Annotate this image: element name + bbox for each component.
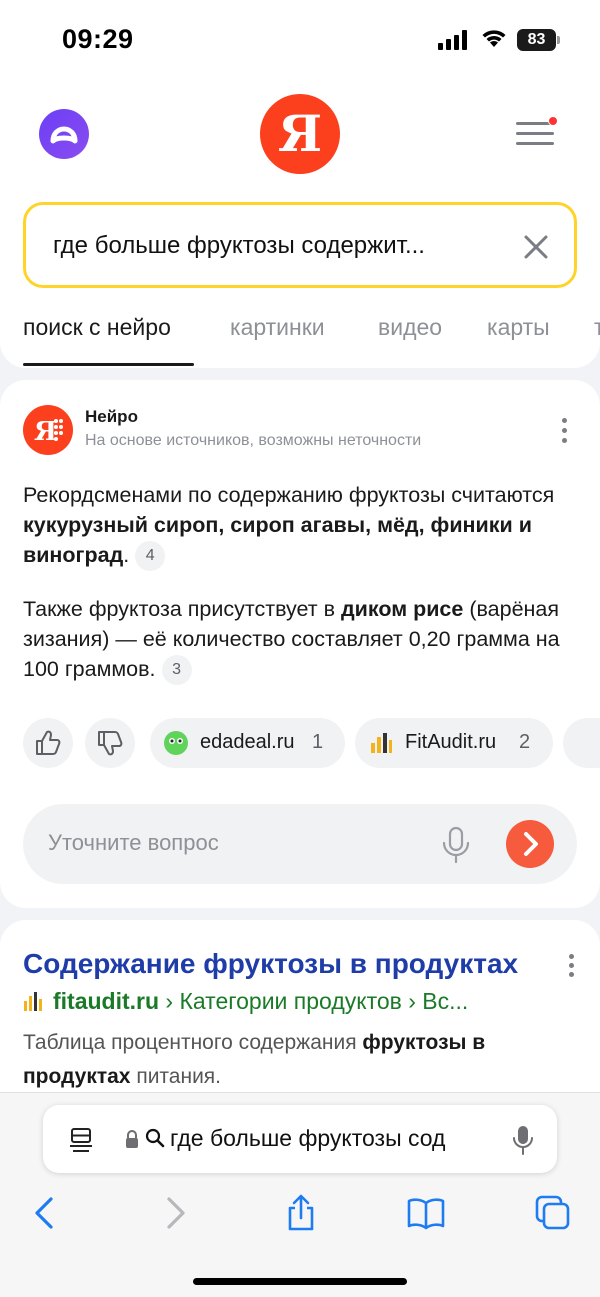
result-more-options-icon[interactable] xyxy=(569,954,575,980)
close-icon[interactable] xyxy=(523,234,549,260)
answer-text: Рекордсменами по содержанию фруктозы счи… xyxy=(23,483,555,507)
answer-paragraph-1: Рекордсменами по содержанию фруктозы счи… xyxy=(23,480,583,572)
source-chip-edadeal[interactable]: edadeal.ru 1 xyxy=(150,718,345,768)
more-options-icon[interactable] xyxy=(562,418,568,444)
cellular-signal-icon xyxy=(438,30,467,50)
search-query: где больше фруктозы содержит... xyxy=(53,232,425,259)
snippet-text: Таблица процентного содержания xyxy=(23,1031,363,1054)
fitaudit-favicon-icon xyxy=(24,992,42,1011)
source-number: 2 xyxy=(519,731,531,753)
search-icon xyxy=(145,1128,165,1148)
thumbs-up-icon xyxy=(36,730,61,755)
answer-text: Также фруктоза присутствует в xyxy=(23,597,341,621)
source-chip-more[interactable] xyxy=(563,718,600,768)
search-input[interactable]: где больше фруктозы содержит... xyxy=(23,202,577,288)
answer-paragraph-2: Также фруктоза присутствует в диком рисе… xyxy=(23,594,583,686)
edadeal-icon xyxy=(164,731,188,755)
status-bar: 09:29 83 xyxy=(0,0,600,80)
result-breadcrumb: › Категории продуктов › Вс... xyxy=(159,988,469,1014)
page-menu-icon[interactable] xyxy=(69,1127,93,1153)
result-title-link[interactable]: Содержание фруктозы в продуктах xyxy=(23,948,518,980)
answer-text: . xyxy=(123,543,130,567)
active-tab-underline xyxy=(23,363,194,366)
search-header: Я где больше фруктозы содержит... поиск … xyxy=(0,80,600,368)
reference-badge[interactable]: 3 xyxy=(161,655,192,686)
snippet-text: питания. xyxy=(130,1065,222,1088)
wifi-icon xyxy=(482,30,506,47)
tab-more[interactable]: т xyxy=(594,314,600,341)
result-snippet: Таблица процентного содержания фруктозы … xyxy=(23,1026,568,1094)
thumbs-down-icon xyxy=(98,731,123,756)
answer-highlight: диком рисе xyxy=(341,597,464,621)
address-text: где больше фруктозы сод xyxy=(170,1125,446,1151)
status-time: 09:29 xyxy=(62,24,134,54)
source-number: 1 xyxy=(312,731,324,753)
send-button[interactable] xyxy=(506,820,554,868)
result-site: fitaudit.ru xyxy=(53,988,160,1014)
svg-text:Я: Я xyxy=(34,417,57,447)
battery-level: 83 xyxy=(527,31,546,48)
home-indicator xyxy=(193,1278,407,1285)
answer-highlight: кукурузный сироп, сироп агавы, мёд, фини… xyxy=(23,513,532,567)
like-button[interactable] xyxy=(23,718,73,768)
chevron-right-icon xyxy=(524,832,538,856)
back-icon[interactable] xyxy=(27,1193,67,1233)
fitaudit-icon xyxy=(371,733,392,753)
source-chips: edadeal.ru 1 FitAudit.ru 2 xyxy=(0,718,600,768)
neuro-title: Нейро xyxy=(85,407,138,426)
microphone-icon[interactable] xyxy=(513,1125,533,1155)
browser-toolbar: где больше фруктозы сод xyxy=(0,1092,600,1297)
tab-maps[interactable]: карты xyxy=(487,314,550,341)
battery-icon: 83 xyxy=(517,29,561,51)
neuro-answer-card: Я Нейро На основе источников, возможны н… xyxy=(0,380,600,908)
neuro-logo-icon: Я xyxy=(23,405,73,455)
source-label: FitAudit.ru xyxy=(405,731,497,753)
result-url[interactable]: fitaudit.ru › Категории продуктов › Вс..… xyxy=(23,988,568,1015)
follow-up-placeholder: Уточните вопрос xyxy=(48,830,219,855)
notification-dot xyxy=(548,116,558,126)
search-result[interactable]: Содержание фруктозы в продуктах fitaudit… xyxy=(0,920,600,1120)
tab-neuro-search[interactable]: поиск с нейро xyxy=(23,314,171,341)
source-chip-fitaudit[interactable]: FitAudit.ru 2 xyxy=(355,718,553,768)
alice-icon[interactable] xyxy=(39,109,89,159)
bookmarks-icon[interactable] xyxy=(406,1193,446,1233)
follow-up-input[interactable]: Уточните вопрос xyxy=(23,804,577,884)
neuro-disclaimer: На основе источников, возможны неточност… xyxy=(85,432,422,449)
dislike-button[interactable] xyxy=(85,718,135,768)
lock-icon xyxy=(126,1130,138,1148)
tab-video[interactable]: видео xyxy=(378,314,442,341)
source-label: edadeal.ru xyxy=(200,731,295,753)
tab-images[interactable]: картинки xyxy=(230,314,325,341)
yandex-logo[interactable]: Я xyxy=(260,94,340,174)
address-bar[interactable]: где больше фруктозы сод xyxy=(43,1105,557,1173)
tabs-icon[interactable] xyxy=(533,1193,573,1233)
microphone-icon[interactable] xyxy=(441,826,471,864)
search-tabs: поиск с нейро картинки видео карты т xyxy=(0,312,600,368)
reference-badge[interactable]: 4 xyxy=(135,541,166,572)
share-icon[interactable] xyxy=(281,1193,321,1233)
forward-icon[interactable] xyxy=(155,1193,195,1233)
